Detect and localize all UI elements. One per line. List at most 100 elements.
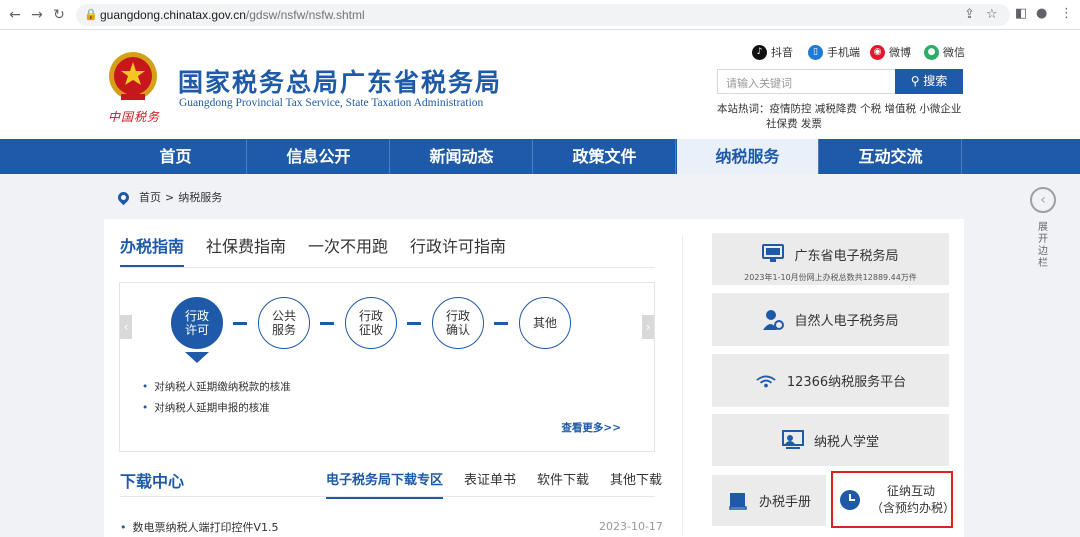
- back-icon[interactable]: ←: [6, 6, 24, 24]
- tab-software[interactable]: 软件下载: [537, 469, 589, 499]
- column-divider: [682, 235, 683, 535]
- sidepanel-icon[interactable]: ◧: [1015, 6, 1027, 21]
- hotline-12366-button[interactable]: 12366纳税服务平台: [712, 354, 949, 407]
- flow-step-public-service[interactable]: 公共服务: [258, 297, 310, 349]
- prev-arrow-button[interactable]: ‹: [120, 315, 132, 339]
- divider: [120, 496, 655, 497]
- tab-social-insurance-guide[interactable]: 社保费指南: [206, 233, 286, 267]
- guide-item-list: 对纳税人延期缴纳税款的核准 对纳税人延期申报的核准: [142, 377, 291, 419]
- tab-other-download[interactable]: 其他下载: [610, 469, 662, 499]
- lock-icon[interactable]: 🔒: [84, 8, 98, 21]
- nav-item-home[interactable]: 首页: [105, 139, 247, 174]
- hot-words: 本站热词：疫情防控 减税降费 个税 增值税 小微企业 社保费 发票: [717, 102, 967, 132]
- address-bar[interactable]: 🔒 guangdong.chinatax.gov.cn/gdsw/nsfw/ns…: [76, 4, 1010, 26]
- social-label: 手机端: [827, 46, 860, 59]
- person-icon: [762, 309, 785, 331]
- etax-bureau-label: 广东省电子税务局: [794, 248, 899, 264]
- expand-sidebar-button[interactable]: ‹: [1030, 187, 1056, 213]
- social-tiktok[interactable]: ♪ 抖音: [752, 44, 793, 60]
- breadcrumb-home[interactable]: 首页: [139, 189, 161, 205]
- nav-item-tax-service[interactable]: 纳税服务: [677, 139, 819, 174]
- hot-label: 本站热词：: [717, 103, 770, 115]
- tiktok-icon: ♪: [752, 44, 767, 60]
- download-item[interactable]: 数电票纳税人端打印控件V1.5: [120, 519, 279, 535]
- search-button-label: 搜索: [923, 74, 948, 88]
- flow-connector: [494, 322, 508, 325]
- search-button[interactable]: ⚲ 搜索: [895, 69, 963, 94]
- flow-step-other[interactable]: 其他: [519, 297, 571, 349]
- nav-item-news[interactable]: 新闻动态: [391, 139, 533, 174]
- hot-words-line2[interactable]: 社保费 发票: [717, 117, 967, 132]
- location-pin-icon: [115, 189, 132, 205]
- social-wechat[interactable]: ● 微信: [924, 44, 965, 60]
- wechat-icon: ●: [924, 44, 939, 60]
- list-item[interactable]: 对纳税人延期申报的核准: [142, 398, 291, 419]
- tab-forms[interactable]: 表证单书: [464, 469, 516, 499]
- download-center-title: 下载中心: [120, 472, 185, 491]
- nav-item-info[interactable]: 信息公开: [248, 139, 390, 174]
- classroom-icon: [781, 429, 804, 451]
- hot-words-line1[interactable]: 疫情防控 减税降费 个税 增值税 小微企业: [770, 103, 962, 115]
- tab-admin-license-guide[interactable]: 行政许可指南: [410, 233, 506, 267]
- etax-bureau-button[interactable]: 广东省电子税务局 2023年1-10月份网上办税总数共12889.44万件: [712, 233, 949, 285]
- monitor-icon: [762, 243, 785, 265]
- breadcrumb-current: 纳税服务: [178, 191, 223, 204]
- reload-icon[interactable]: ↻: [50, 6, 68, 24]
- natural-person-etax-button[interactable]: 自然人电子税务局: [712, 293, 949, 346]
- tab-no-visit[interactable]: 一次不用跑: [308, 233, 388, 267]
- site-subtitle: Guangdong Provincial Tax Service, State …: [179, 97, 484, 109]
- tab-tax-guide[interactable]: 办税指南: [120, 233, 185, 267]
- next-arrow-button[interactable]: ›: [642, 315, 654, 339]
- guide-tabs: 办税指南 社保费指南 一次不用跑 行政许可指南: [120, 233, 506, 267]
- main-nav: 首页 信息公开 新闻动态 政策文件 纳税服务 互动交流: [0, 139, 1080, 174]
- download-date: 2023-10-17: [599, 520, 663, 533]
- emblem-caption: 中国税务: [108, 110, 161, 124]
- natural-person-etax-label: 自然人电子税务局: [794, 314, 899, 329]
- tax-manual-label: 办税手册: [758, 495, 811, 510]
- hotline-icon: [755, 370, 777, 392]
- social-mobile[interactable]: ▯ 手机端: [808, 44, 860, 60]
- download-tabs: 电子税务局下载专区 表证单书 软件下载 其他下载: [326, 469, 662, 499]
- tax-manual-button[interactable]: 办税手册: [712, 475, 826, 526]
- view-more-link[interactable]: 查看更多>>: [561, 420, 621, 435]
- highlight-box: [831, 471, 953, 528]
- expand-sidebar-label[interactable]: 展开边栏: [1038, 222, 1048, 270]
- weibo-icon: ◉: [870, 44, 885, 60]
- list-item[interactable]: 对纳税人延期缴纳税款的核准: [142, 377, 291, 398]
- site-header: 中国税务 国家税务总局广东省税务局 Guangdong Provincial T…: [0, 30, 1080, 139]
- site-title[interactable]: 国家税务总局广东省税务局: [178, 63, 502, 99]
- flow-step-collection[interactable]: 行政征收: [345, 297, 397, 349]
- forward-icon[interactable]: →: [28, 6, 46, 24]
- flow-step-confirmation[interactable]: 行政确认: [432, 297, 484, 349]
- emblem-logo-icon[interactable]: [106, 50, 160, 108]
- nav-item-interaction[interactable]: 互动交流: [820, 139, 962, 174]
- url-text[interactable]: guangdong.chinatax.gov.cn/gdsw/nsfw/nsfw…: [100, 8, 365, 22]
- breadcrumb: 首页 > 纳税服务: [115, 189, 223, 205]
- menu-kebab-icon[interactable]: ⋮: [1060, 6, 1073, 21]
- browser-toolbar: ← → ↻ 🔒 guangdong.chinatax.gov.cn/gdsw/n…: [0, 0, 1080, 30]
- flow-connector: [407, 322, 421, 325]
- active-step-pointer: [185, 352, 209, 363]
- search-icon: ⚲: [910, 74, 924, 88]
- mobile-icon: ▯: [808, 44, 823, 60]
- flow-step-license[interactable]: 行政许可: [171, 297, 223, 349]
- chevron-left-icon: ‹: [1040, 192, 1046, 208]
- hotline-12366-label: 12366纳税服务平台: [786, 375, 907, 390]
- social-label: 微信: [943, 46, 965, 59]
- breadcrumb-separator: >: [165, 190, 175, 204]
- social-label: 抖音: [771, 46, 793, 59]
- bookmark-star-icon[interactable]: ☆: [986, 7, 998, 22]
- profile-icon[interactable]: ●: [1036, 6, 1047, 21]
- flow-connector: [320, 322, 334, 325]
- nav-item-policy[interactable]: 政策文件: [534, 139, 676, 174]
- share-icon[interactable]: ⇪: [964, 7, 975, 22]
- taxpayer-school-button[interactable]: 纳税人学堂: [712, 414, 949, 466]
- search-input[interactable]: 请输入关键词: [717, 69, 895, 94]
- divider: [120, 267, 655, 268]
- taxpayer-school-label: 纳税人学堂: [813, 434, 879, 450]
- tab-etax-download[interactable]: 电子税务局下载专区: [326, 469, 444, 499]
- book-icon: [727, 490, 749, 512]
- social-weibo[interactable]: ◉ 微博: [870, 44, 911, 60]
- etax-stats: 2023年1-10月份网上办税总数共12889.44万件: [744, 273, 917, 282]
- flow-connector: [233, 322, 247, 325]
